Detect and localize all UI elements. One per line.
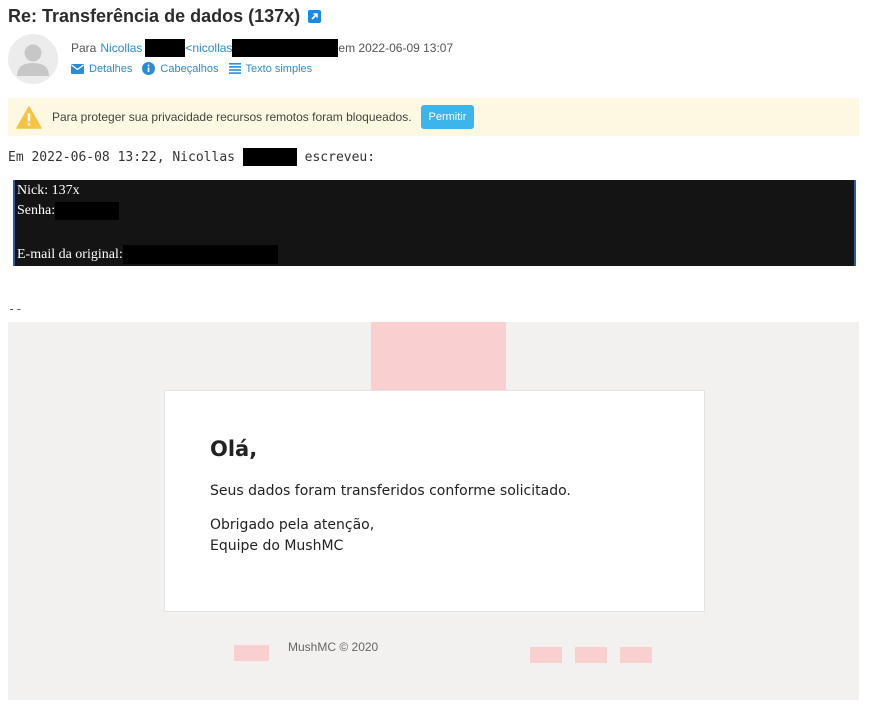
redaction-box — [55, 202, 120, 220]
closing: Obrigado pela atenção, Equipe do MushMC — [210, 515, 374, 557]
quote-intro-end: escreveu: — [296, 149, 376, 165]
remote-resources-warning: Para proteger sua privacidade recursos r… — [8, 98, 859, 136]
header-links: Detalhes Cabeçalhos Texto simples — [71, 62, 312, 75]
warning-text: Para proteger sua privacidade recursos r… — [52, 110, 412, 124]
quote-intro: Em 2022-06-08 13:22, Nicollas — [8, 149, 243, 165]
email-subject: Re: Transferência de dados (137x) — [8, 6, 322, 27]
avatar — [8, 34, 58, 84]
thanks-line: Obrigado pela atenção, — [210, 517, 375, 533]
subject-text: Re: Transferência de dados (137x) — [8, 6, 301, 26]
password-label: Senha: — [17, 203, 56, 218]
redaction-box — [145, 39, 186, 57]
quote-header: Em 2022-06-08 13:22, Nicollas escreveu: — [8, 148, 375, 166]
envelope-icon — [71, 63, 84, 74]
details-label: Detalhes — [89, 62, 133, 75]
redaction-box — [242, 148, 297, 166]
message-card: Olá, Seus dados foram transferidos confo… — [164, 390, 705, 612]
quoted-message: Nick: 137x Senha: E-mail da original: — [13, 180, 856, 266]
blocked-social-image — [620, 647, 652, 663]
blocked-logo-image — [371, 322, 506, 390]
external-link-icon[interactable] — [308, 10, 322, 23]
greeting: Olá, — [210, 437, 258, 461]
original-email-line: E-mail da original: — [17, 245, 278, 264]
nick-line: Nick: 137x — [17, 183, 80, 199]
blocked-social-image — [575, 647, 607, 663]
allow-button[interactable]: Permitir — [420, 105, 475, 129]
plain-text-link[interactable]: Texto simples — [228, 62, 313, 75]
plain-text-label: Texto simples — [245, 62, 313, 75]
password-line: Senha: — [17, 202, 120, 220]
redaction-box — [232, 39, 339, 57]
to-label: Para — [71, 41, 97, 55]
info-icon — [142, 62, 156, 75]
details-link[interactable]: Detalhes — [71, 62, 132, 75]
message-line: Seus dados foram transferidos conforme s… — [210, 483, 571, 499]
list-icon — [228, 63, 241, 74]
team-line: Equipe do MushMC — [210, 538, 344, 554]
blocked-social-image — [530, 647, 562, 663]
headers-link[interactable]: Cabeçalhos — [142, 62, 219, 75]
recipient-email-link[interactable]: <nicollas — [185, 41, 232, 55]
blocked-footer-image — [234, 645, 269, 661]
signature-separator: -- — [8, 302, 23, 316]
avatar-icon — [17, 44, 49, 76]
redaction-box — [122, 245, 278, 264]
nick-text: Nick: 137x — [17, 183, 80, 198]
email-body-panel: Olá, Seus dados foram transferidos confo… — [8, 322, 859, 700]
warning-icon — [16, 105, 42, 129]
recipient-name-link[interactable]: Nicollas — [100, 41, 142, 55]
copyright: MushMC © 2020 — [288, 640, 379, 654]
original-email-label: E-mail da original: — [17, 246, 123, 262]
headers-label: Cabeçalhos — [160, 62, 219, 75]
recipient-line: Para Nicollas <nicollas em 2022-06-09 13… — [71, 39, 453, 57]
sent-date: em 2022-06-09 13:07 — [338, 41, 454, 55]
